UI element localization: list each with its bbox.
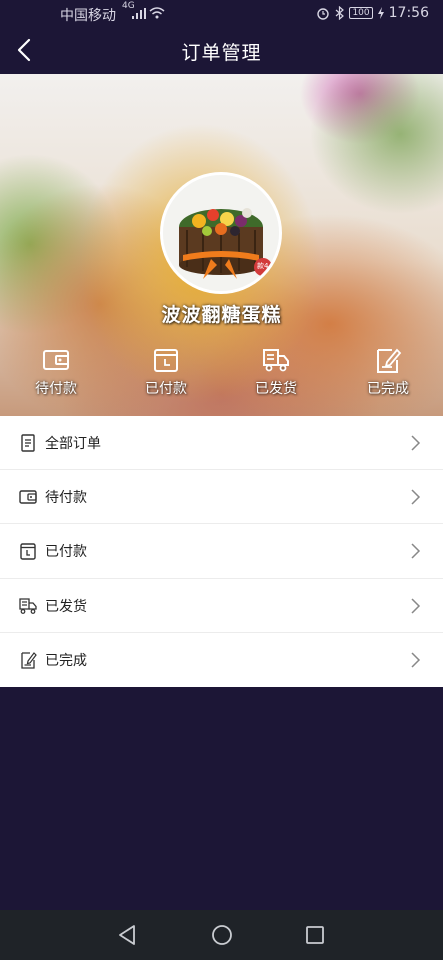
status-label: 待付款 bbox=[35, 381, 77, 397]
chevron-right-icon bbox=[411, 543, 421, 559]
checklist-edit-icon bbox=[21, 651, 37, 669]
status-label: 已完成 bbox=[367, 381, 409, 397]
page-title: 订单管理 bbox=[181, 42, 262, 64]
menu-item-completed[interactable]: 已完成 bbox=[0, 633, 443, 687]
shop-hero-banner: 款4 波波翻糖蛋糕 待付款 已付款 已发货 已完成 bbox=[0, 74, 443, 416]
signal-icon bbox=[132, 8, 146, 19]
bluetooth-icon bbox=[336, 6, 345, 20]
cake-image bbox=[163, 175, 279, 291]
delivery-truck-icon bbox=[263, 349, 289, 372]
menu-item-label: 已发货 bbox=[45, 598, 87, 615]
system-back-icon[interactable] bbox=[116, 923, 138, 947]
menu-item-paid[interactable]: 已付款 bbox=[0, 524, 443, 579]
status-completed[interactable]: 已完成 bbox=[348, 346, 428, 398]
wallet-icon bbox=[19, 490, 37, 504]
system-home-icon[interactable] bbox=[210, 923, 234, 947]
system-recents-icon[interactable] bbox=[304, 923, 326, 947]
alarm-icon bbox=[317, 8, 330, 20]
menu-item-pending-payment[interactable]: 待付款 bbox=[0, 470, 443, 525]
calendar-icon bbox=[154, 349, 178, 372]
menu-item-all-orders[interactable]: 全部订单 bbox=[0, 416, 443, 471]
wifi-icon bbox=[149, 7, 165, 19]
system-navigation-bar bbox=[0, 910, 443, 960]
menu-item-label: 已完成 bbox=[45, 652, 87, 669]
menu-item-label: 待付款 bbox=[45, 490, 87, 507]
menu-item-label: 全部订单 bbox=[45, 436, 101, 452]
wallet-icon bbox=[43, 350, 69, 370]
status-shipped[interactable]: 已发货 bbox=[236, 346, 316, 398]
battery-level: 100 bbox=[349, 7, 373, 19]
charging-icon bbox=[377, 7, 384, 19]
chevron-right-icon bbox=[411, 435, 421, 451]
menu-item-label: 已付款 bbox=[45, 544, 87, 561]
order-status-shortcuts: 待付款 已付款 已发货 已完成 bbox=[0, 346, 443, 406]
status-paid[interactable]: 已付款 bbox=[126, 346, 206, 398]
delivery-truck-icon bbox=[19, 597, 37, 614]
carrier-name: 中国移动 bbox=[60, 8, 116, 24]
chevron-right-icon bbox=[411, 652, 421, 668]
order-menu-list: 全部订单 待付款 已付款 已发货 已完成 bbox=[0, 416, 443, 687]
header-bar: 订单管理 bbox=[0, 26, 443, 74]
status-bar: 中国移动 4G 100 17:56 bbox=[0, 0, 443, 26]
status-pending-payment[interactable]: 待付款 bbox=[16, 346, 96, 398]
chevron-right-icon bbox=[411, 489, 421, 505]
avatar-badge: 款4 bbox=[257, 262, 269, 270]
shop-name: 波波翻糖蛋糕 bbox=[161, 304, 282, 326]
clock: 17:56 bbox=[388, 5, 429, 21]
document-icon bbox=[21, 434, 35, 452]
chevron-right-icon bbox=[411, 598, 421, 614]
menu-item-shipped[interactable]: 已发货 bbox=[0, 579, 443, 633]
status-label: 已付款 bbox=[145, 381, 187, 397]
calendar-icon bbox=[20, 543, 36, 561]
status-label: 已发货 bbox=[255, 381, 297, 397]
shop-avatar[interactable]: 款4 bbox=[160, 172, 282, 294]
checklist-edit-icon bbox=[377, 348, 402, 373]
